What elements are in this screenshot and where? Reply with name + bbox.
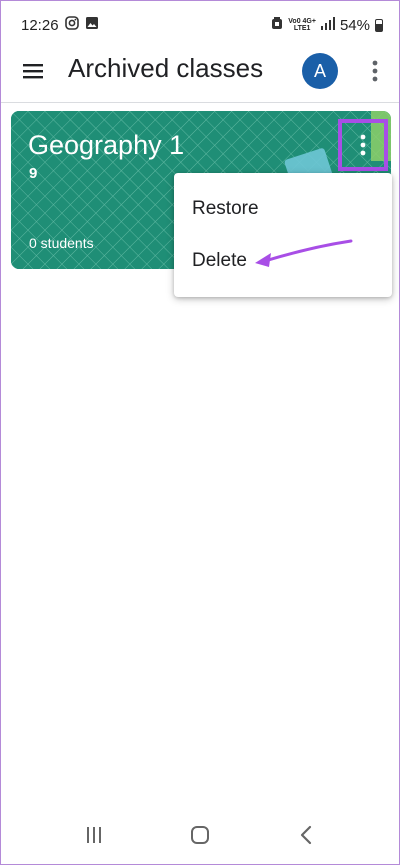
more-options-icon[interactable] xyxy=(365,57,385,85)
class-more-options-icon[interactable] xyxy=(338,119,388,171)
alarm-icon xyxy=(271,16,283,34)
menu-item-restore[interactable]: Restore xyxy=(174,183,392,235)
status-left: 12:26 xyxy=(21,16,99,34)
menu-item-label: Restore xyxy=(192,198,259,219)
back-icon[interactable] xyxy=(291,820,321,850)
recents-icon[interactable] xyxy=(79,820,109,850)
network-top: Vo0 4G+ xyxy=(288,18,316,25)
app-bar-divider xyxy=(1,102,399,103)
class-section: 9 xyxy=(29,165,38,182)
class-student-count: 0 students xyxy=(29,235,94,251)
avatar-letter: A xyxy=(313,60,326,81)
app-bar: Archived classes A xyxy=(1,49,399,93)
signal-icon xyxy=(320,16,335,34)
gallery-icon xyxy=(85,16,99,34)
network-label: Vo0 4G+ LTE1 xyxy=(288,18,316,32)
avatar[interactable]: A xyxy=(302,53,338,89)
status-time: 12:26 xyxy=(21,16,59,34)
status-bar: 12:26 Vo0 4G+ LTE1 54% xyxy=(1,1,399,49)
class-options-menu: Restore Delete xyxy=(174,173,392,297)
page-title: Archived classes xyxy=(68,53,264,83)
annotation-arrow-icon xyxy=(255,239,353,267)
battery-icon xyxy=(375,18,383,32)
system-nav-bar xyxy=(1,806,399,864)
menu-icon[interactable] xyxy=(21,59,45,83)
instagram-icon xyxy=(64,16,79,34)
menu-item-label: Delete xyxy=(192,250,247,271)
status-right: Vo0 4G+ LTE1 54% xyxy=(271,16,383,34)
class-title[interactable]: Geography 1 xyxy=(28,130,184,161)
home-icon[interactable] xyxy=(185,820,215,850)
battery-percent: 54% xyxy=(339,16,370,34)
network-bottom: LTE1 xyxy=(293,25,311,32)
